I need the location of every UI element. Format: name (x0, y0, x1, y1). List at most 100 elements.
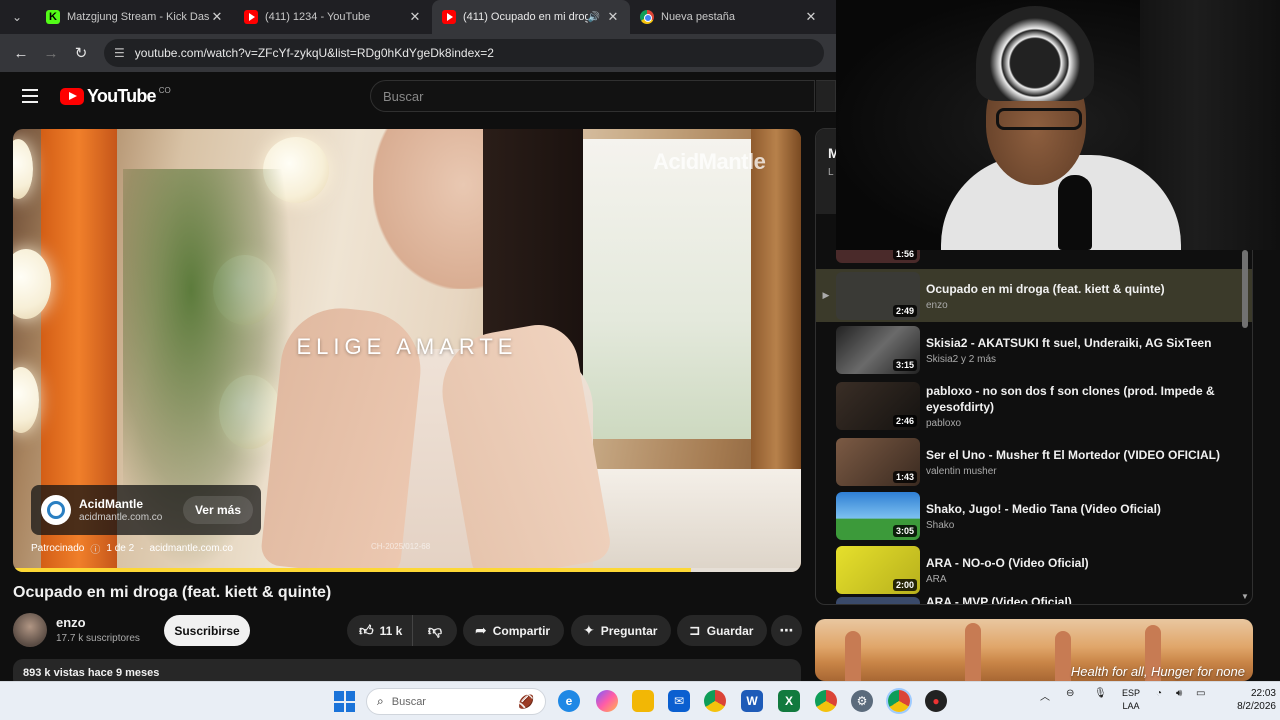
menu-icon[interactable] (10, 76, 50, 116)
ad-scene-bulb (13, 139, 33, 199)
youtube-logo[interactable]: YouTube CO (60, 86, 171, 107)
like-button[interactable]: 👍︎ 11 k (347, 615, 413, 646)
video-thumbnail: 2:46 (836, 382, 920, 430)
playlist-scrollbar[interactable] (1242, 250, 1248, 328)
obs-icon[interactable]: ● (925, 690, 947, 712)
dislike-button[interactable]: 👎︎ (413, 622, 457, 639)
speaker-icon[interactable]: 🔊 (588, 12, 600, 23)
word-icon[interactable]: W (741, 690, 763, 712)
advertiser-name: AcidMantle (79, 497, 144, 511)
more-actions-button[interactable]: ⋯ (771, 615, 802, 646)
tab-kick[interactable]: K Matzgjung Stream - Kick Dashb ✕ (36, 0, 234, 34)
mic-tray-icon[interactable]: 🎙︎ (1094, 688, 1107, 699)
reload-icon[interactable]: ↻ (68, 40, 94, 66)
channel-avatar[interactable] (13, 613, 47, 647)
list-item[interactable]: 1:43 Ser el Uno - Musher ft El Mortedor … (816, 435, 1252, 488)
country-code: CO (158, 85, 171, 95)
ad-info-icon[interactable]: ⓘ (90, 541, 100, 556)
battery-icon[interactable]: ▭ (1196, 688, 1205, 699)
search-button[interactable] (816, 80, 836, 112)
back-arrow-icon[interactable]: ← (8, 40, 34, 66)
tab-youtube-1234[interactable]: (411) 1234 - YouTube ✕ (234, 0, 432, 34)
kick-icon: K (46, 10, 60, 24)
ad-separator: · (140, 543, 144, 554)
search-highlight-icon: 🏈 (517, 693, 535, 709)
youtube-play-icon (60, 87, 84, 105)
ad-card[interactable]: AcidMantle acidmantle.com.co Ver más (31, 485, 261, 535)
subscribe-button[interactable]: Suscribirse (164, 615, 250, 646)
ad-progress-bar[interactable] (13, 568, 801, 572)
list-item[interactable]: ARA - MVP (Video Oficial) (816, 595, 1252, 604)
like-count: 11 k (379, 623, 403, 638)
ad-count: 1 de 2 (106, 543, 135, 554)
save-button[interactable]: ⊐ Guardar (677, 615, 768, 646)
close-icon[interactable]: ✕ (408, 9, 422, 25)
video-title: Ser el Uno - Musher ft El Mortedor (VIDE… (926, 447, 1221, 462)
share-button[interactable]: ➦ Compartir (463, 615, 565, 646)
close-icon[interactable]: ✕ (606, 9, 620, 25)
language-indicator[interactable]: ESP LAA (1116, 687, 1146, 713)
site-info-icon[interactable]: ☰ (114, 46, 125, 60)
webcam-overlay (836, 0, 1280, 250)
file-explorer-icon[interactable] (632, 690, 654, 712)
tab-youtube-ocupado[interactable]: (411) Ocupado en mi drog 🔊 ✕ (432, 0, 630, 34)
video-thumbnail: 1:43 (836, 437, 920, 486)
video-title: Skisia2 - AKATSUKI ft suel, Underaiki, A… (926, 335, 1212, 350)
windows-start-icon[interactable] (334, 691, 355, 712)
wifi-icon[interactable]: ◔ (1156, 688, 1162, 699)
network-tray-icon[interactable]: ⊖ (1066, 688, 1074, 699)
excel-icon[interactable]: X (778, 690, 800, 712)
chrome-profile-icon[interactable] (815, 690, 837, 712)
list-item[interactable]: 3:05 Shako, Jugo! - Medio Tana (Video Of… (816, 489, 1252, 542)
list-item[interactable]: ▶ 2:49 Ocupado en mi droga (feat. kiett … (816, 269, 1252, 322)
duration: 2:49 (892, 304, 917, 317)
chrome-icon[interactable] (704, 690, 726, 712)
forward-arrow-icon[interactable]: → (38, 40, 64, 66)
volume-icon[interactable]: 🔊︎ (1176, 688, 1182, 699)
close-icon[interactable]: ✕ (210, 9, 224, 25)
language-code: ESP (1121, 688, 1140, 698)
search-icon: ⌕ (377, 694, 384, 708)
thumbs-down-icon: 👎︎ (427, 622, 443, 638)
date: 8/2/2026 (1237, 701, 1276, 712)
ad-domain[interactable]: acidmantle.com.co (150, 543, 233, 554)
url-bar[interactable]: ☰ youtube.com/watch?v=ZFcYf-zykqU&list=R… (104, 39, 824, 67)
windows-taskbar: ⌕ Buscar 🏈 e ✉ W X ⚙ ● ︿ ⊖ 🎙︎ ESP LAA ◔ … (0, 681, 1280, 720)
streamer-beanie (976, 6, 1094, 101)
video-title: Shako, Jugo! - Medio Tana (Video Oficial… (926, 501, 1161, 516)
ad-cta-button[interactable]: Ver más (182, 496, 253, 524)
video-player[interactable]: AcidMantle ELIGE AMARTE AcidMantle acidm… (13, 129, 801, 572)
ad-fine-print: CH-2025/012-68 (371, 542, 431, 551)
tab-new[interactable]: Nueva pestaña ✕ (630, 0, 828, 34)
list-item[interactable]: 2:46 pabloxo - no son dos f son clones (… (816, 377, 1252, 435)
channel-name: enzo (926, 299, 948, 311)
channel-name: pabloxo (926, 418, 962, 429)
duration: 3:05 (892, 524, 917, 537)
edge-icon[interactable]: e (558, 690, 580, 712)
channel-name[interactable]: enzo (56, 615, 86, 630)
keyboard-layout: LAA (1122, 701, 1140, 711)
ad-scene-figure (845, 631, 861, 681)
list-item[interactable]: 2:00 ARA - NO-o-O (Video Oficial) ARA (816, 543, 1252, 596)
video-title: pabloxo - no son dos f son clones (prod.… (926, 384, 1215, 414)
youtube-search-input[interactable]: Buscar (370, 80, 815, 112)
close-icon[interactable]: ✕ (804, 9, 818, 25)
tab-title: Nueva pestaña (661, 11, 735, 23)
list-item[interactable]: 3:15 Skisia2 - AKATSUKI ft suel, Underai… (816, 323, 1252, 376)
ask-button[interactable]: ✦ Preguntar (571, 615, 672, 646)
chevron-up-icon[interactable]: ︿ (1040, 688, 1050, 703)
settings-gear-icon[interactable]: ⚙ (851, 690, 873, 712)
clock[interactable]: 22:03 8/2/2026 (1220, 687, 1276, 713)
sidebar-ad-banner[interactable]: Health for all, Hunger for none (815, 619, 1253, 681)
chrome-active-icon[interactable] (888, 690, 910, 712)
search-placeholder: Buscar (383, 88, 424, 104)
video-title: Ocupado en mi droga (feat. kiett & quint… (926, 281, 1165, 296)
like-dislike-group: 👍︎ 11 k 👎︎ (347, 615, 457, 646)
copilot-icon[interactable] (596, 690, 618, 712)
channel-name: Shako (926, 519, 955, 531)
tab-search-button[interactable]: ⌄ (6, 6, 28, 28)
mail-icon[interactable]: ✉ (668, 690, 690, 712)
taskbar-search-input[interactable]: ⌕ Buscar 🏈 (366, 688, 546, 715)
ad-sponsored-label: Patrocinado (31, 543, 85, 554)
scroll-down-icon[interactable]: ▼ (1241, 592, 1249, 601)
